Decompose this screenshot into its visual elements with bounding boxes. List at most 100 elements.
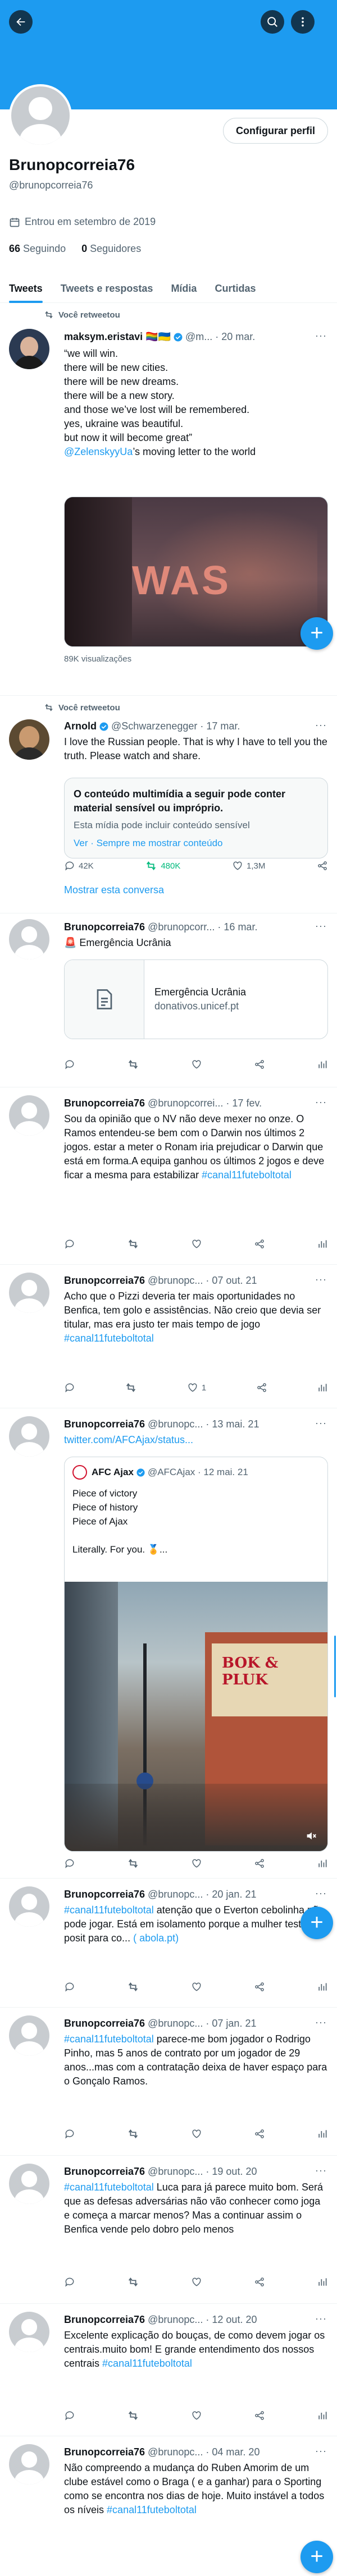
tweet[interactable]: Brunopcorreia76 @brunopcorrei... · 17 fe… (0, 1087, 337, 1265)
share-button[interactable] (254, 2276, 265, 2288)
author-name[interactable]: maksym.eristavi 🏳️‍🌈🇺🇦 (64, 331, 171, 343)
retweet-button[interactable] (127, 1058, 139, 1071)
hashtag[interactable]: #canal11futeboltotal (64, 2182, 154, 2193)
author-name[interactable]: Brunopcorreia76 (64, 2314, 145, 2326)
tab-likes[interactable]: Curtidas (206, 274, 265, 303)
tweet[interactable]: Você retweetou Arnold @Schwarzenegger · … (0, 696, 337, 913)
like-button[interactable] (191, 1858, 202, 1869)
tweet[interactable]: Brunopcorreia76 @brunopc... · 13 mai. 21… (0, 1408, 337, 1879)
author-name[interactable]: Brunopcorreia76 (64, 1098, 145, 1109)
avatar[interactable] (9, 2015, 49, 2056)
tweet[interactable]: Brunopcorreia76 @brunopc... · 20 jan. 21… (0, 1879, 337, 2008)
compose-button[interactable]: + (300, 1907, 333, 1939)
avatar[interactable] (9, 919, 49, 959)
analytics-button[interactable] (317, 2128, 328, 2139)
tab-media[interactable]: Mídia (162, 274, 206, 303)
reply-button[interactable] (64, 2276, 75, 2288)
hashtag[interactable]: #canal11futeboltotal (64, 2033, 154, 2045)
share-button[interactable] (254, 2410, 265, 2421)
reply-button[interactable] (64, 1238, 75, 1250)
retweet-button[interactable] (127, 1857, 139, 1870)
reply-button[interactable] (64, 2410, 75, 2421)
tweet[interactable]: Brunopcorreia76 @brunopcorr... · 16 mar.… (0, 913, 337, 1087)
author-name[interactable]: Arnold (64, 720, 97, 732)
author-name[interactable]: Brunopcorreia76 (64, 1889, 145, 1900)
share-button[interactable] (254, 1238, 265, 1250)
like-button[interactable]: 1,3M (232, 860, 265, 871)
followers-link[interactable]: 0 Seguidores (81, 243, 141, 255)
author-name[interactable]: Brunopcorreia76 (64, 2446, 145, 2458)
avatar[interactable] (9, 2444, 49, 2485)
like-button[interactable]: 1 (187, 1382, 206, 1393)
more-icon[interactable]: ··· (315, 719, 327, 731)
retweet-button[interactable]: 480K (145, 860, 180, 872)
analytics-button[interactable] (317, 2276, 328, 2288)
quoted-tweet[interactable]: AFC Ajax @AFCAjax · 12 mai. 21 Piece of … (64, 1457, 328, 1852)
author-name[interactable]: Brunopcorreia76 (64, 2018, 145, 2029)
like-button[interactable] (191, 2128, 202, 2139)
search-button[interactable] (261, 10, 284, 34)
tweet[interactable]: Brunopcorreia76 @brunopc... · 07 jan. 21… (0, 2008, 337, 2156)
analytics-button[interactable] (317, 1382, 328, 1393)
more-icon[interactable]: ··· (315, 2445, 327, 2457)
tweet[interactable]: Você retweetou maksym.eristavi 🏳️‍🌈🇺🇦 @m… (0, 303, 337, 696)
avatar[interactable] (9, 1095, 49, 1136)
mute-icon[interactable] (305, 1830, 317, 1842)
share-button[interactable] (256, 1382, 267, 1393)
more-button[interactable] (291, 10, 315, 34)
like-button[interactable] (191, 2276, 202, 2288)
tweet[interactable]: Brunopcorreia76 @brunopc... · 07 out. 21… (0, 1265, 337, 1408)
more-icon[interactable]: ··· (315, 1274, 327, 1285)
author-name[interactable]: Brunopcorreia76 (64, 2166, 145, 2178)
show-conversation-link[interactable]: Mostrar esta conversa (64, 884, 164, 896)
tab-tweets-replies[interactable]: Tweets e respostas (52, 274, 162, 303)
tweet[interactable]: Brunopcorreia76 @brunopc... · 12 out. 20… (0, 2304, 337, 2436)
avatar[interactable] (9, 1416, 49, 1457)
hashtag[interactable]: #canal11futeboltotal (64, 1333, 154, 1344)
more-icon[interactable]: ··· (315, 1096, 327, 1108)
hashtag[interactable]: #canal11futeboltotal (64, 1904, 154, 1916)
analytics-button[interactable] (317, 1981, 328, 1992)
analytics-button[interactable] (317, 1238, 328, 1250)
avatar[interactable] (9, 2312, 49, 2352)
more-icon[interactable]: ··· (315, 1417, 327, 1429)
compose-button[interactable]: + (300, 2541, 333, 2573)
back-button[interactable] (9, 10, 33, 34)
more-icon[interactable]: ··· (315, 920, 327, 932)
reply-button[interactable] (64, 1382, 75, 1393)
avatar[interactable] (9, 1273, 49, 1313)
like-button[interactable] (191, 1238, 202, 1250)
more-icon[interactable]: ··· (315, 1888, 327, 1899)
like-button[interactable] (191, 1059, 202, 1070)
more-icon[interactable]: ··· (315, 330, 327, 342)
retweet-button[interactable] (127, 2128, 139, 2140)
reply-button[interactable] (64, 1981, 75, 1992)
retweet-button[interactable] (127, 1238, 139, 1250)
show-sensitive-link[interactable]: Ver · Sempre me mostrar conteúdo (74, 838, 318, 849)
reply-button[interactable] (64, 1858, 75, 1869)
more-icon[interactable]: ··· (315, 2313, 327, 2325)
retweet-button[interactable] (127, 2409, 139, 2422)
like-button[interactable] (191, 2410, 202, 2421)
quote-video[interactable]: BOK & PLUK (65, 1582, 327, 1851)
tweet-link[interactable]: twitter.com/AFCAjax/status... (64, 1433, 328, 1447)
author-name[interactable]: Brunopcorreia76 (64, 921, 145, 933)
author-name[interactable]: Brunopcorreia76 (64, 1275, 145, 1287)
share-button[interactable] (254, 1059, 265, 1070)
hashtag[interactable]: #canal11futeboltotal (202, 1169, 292, 1181)
analytics-button[interactable] (317, 1858, 328, 1869)
more-icon[interactable]: ··· (315, 2017, 327, 2028)
share-button[interactable] (317, 860, 328, 871)
avatar[interactable] (9, 329, 49, 369)
analytics-button[interactable] (317, 2410, 328, 2421)
like-button[interactable] (191, 1981, 202, 1992)
tweet[interactable]: Brunopcorreia76 @brunopc... · 19 out. 20… (0, 2156, 337, 2304)
hashtag[interactable]: #canal11futeboltotal (102, 2358, 192, 2369)
more-icon[interactable]: ··· (315, 2165, 327, 2176)
edit-profile-button[interactable]: Configurar perfil (222, 118, 328, 144)
reply-button[interactable] (64, 2128, 75, 2139)
avatar[interactable] (9, 1886, 49, 1927)
reply-button[interactable] (64, 1059, 75, 1070)
scrollbar[interactable] (334, 1636, 336, 1697)
tab-tweets[interactable]: Tweets (0, 274, 52, 303)
